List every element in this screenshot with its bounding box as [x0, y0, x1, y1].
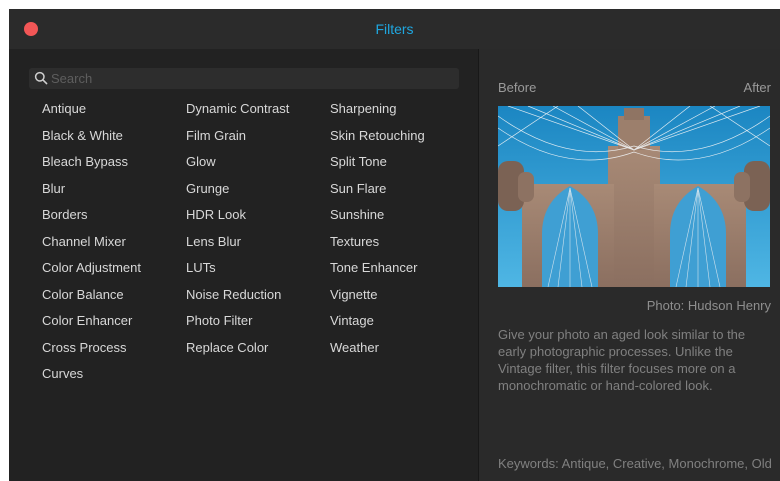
filter-item[interactable]: Noise Reduction: [186, 286, 289, 313]
filter-item[interactable]: Color Balance: [42, 286, 141, 313]
photo-credit: Photo: Hudson Henry: [646, 298, 771, 313]
filter-item[interactable]: Sharpening: [330, 100, 425, 127]
filter-item[interactable]: Photo Filter: [186, 312, 289, 339]
filter-item[interactable]: Blur: [42, 180, 141, 207]
filter-item[interactable]: Textures: [330, 233, 425, 260]
filter-item[interactable]: Split Tone: [330, 153, 425, 180]
filter-item[interactable]: Film Grain: [186, 127, 289, 154]
filter-item[interactable]: Color Enhancer: [42, 312, 141, 339]
filter-column-1: Antique Black & White Bleach Bypass Blur Bor…: [42, 100, 141, 392]
filter-item[interactable]: Black & White: [42, 127, 141, 154]
preview-image: [498, 106, 770, 287]
filter-item[interactable]: Vignette: [330, 286, 425, 313]
filter-item[interactable]: Bleach Bypass: [42, 153, 141, 180]
preview-pane: Before After Photo: Hudson Henry Give yo…: [479, 49, 780, 481]
filter-item[interactable]: LUTs: [186, 259, 289, 286]
filter-item[interactable]: Dynamic Contrast: [186, 100, 289, 127]
filters-window: Filters AntiqueBlack & WhiteBleach Bypas…: [9, 9, 780, 481]
filter-item[interactable]: Lens Blur: [186, 233, 289, 260]
filter-item[interactable]: Antique: [42, 100, 141, 127]
filter-item[interactable]: Sun Flare: [330, 180, 425, 207]
filter-keywords: Keywords: Antique, Creative, Monochrome,…: [498, 456, 772, 471]
filter-description: Give your photo an aged look similar to …: [498, 327, 746, 393]
filter-item[interactable]: Color Adjustment: [42, 259, 141, 286]
filter-item[interactable]: Grunge: [186, 180, 289, 207]
filter-item[interactable]: Skin Retouching: [330, 127, 425, 154]
search-input[interactable]: [51, 68, 451, 89]
search-box[interactable]: [29, 68, 459, 89]
filter-item[interactable]: Vintage: [330, 312, 425, 339]
filter-list-pane: AntiqueBlack & WhiteBleach BypassBlurBor…: [9, 49, 478, 481]
filter-column-3: Sharpening Skin Retouching Split Tone Sun F…: [330, 100, 425, 365]
filter-item[interactable]: Curves: [42, 365, 141, 392]
filter-column-2: Dynamic Contrast Film Grain Glow Grunge HDR …: [186, 100, 289, 365]
filter-item[interactable]: Borders: [42, 206, 141, 233]
filter-item[interactable]: Tone Enhancer: [330, 259, 425, 286]
filter-item[interactable]: Replace Color: [186, 339, 289, 366]
search-icon: [34, 71, 48, 85]
before-label: Before: [498, 80, 537, 95]
window-title: Filters: [375, 21, 414, 37]
filter-item[interactable]: Glow: [186, 153, 289, 180]
filter-item[interactable]: Weather: [330, 339, 425, 366]
after-label: After: [743, 80, 771, 95]
filter-item[interactable]: HDR Look: [186, 206, 289, 233]
filter-item[interactable]: Channel Mixer: [42, 233, 141, 260]
filter-item[interactable]: Sunshine: [330, 206, 425, 233]
title-bar: Filters: [9, 9, 780, 49]
filter-item[interactable]: Cross Process: [42, 339, 141, 366]
